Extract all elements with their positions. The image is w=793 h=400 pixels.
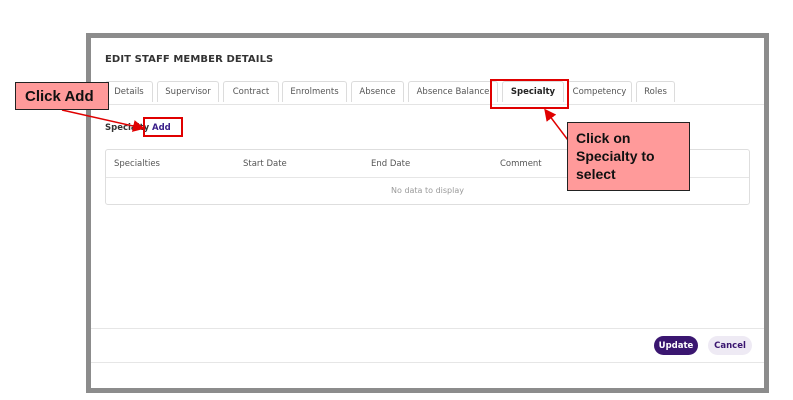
click-add-callout: Click Add: [15, 82, 109, 110]
annotation-arrows: [61, 108, 584, 161]
callout-line-2: Specialty to: [576, 148, 655, 164]
callout-line-3: select: [576, 166, 616, 182]
callout-text: Click Add: [25, 87, 94, 105]
arrow-to-add: [61, 109, 145, 132]
click-specialty-callout: Click on Specialty to select: [567, 122, 690, 191]
callout-line-1: Click on: [576, 130, 631, 146]
